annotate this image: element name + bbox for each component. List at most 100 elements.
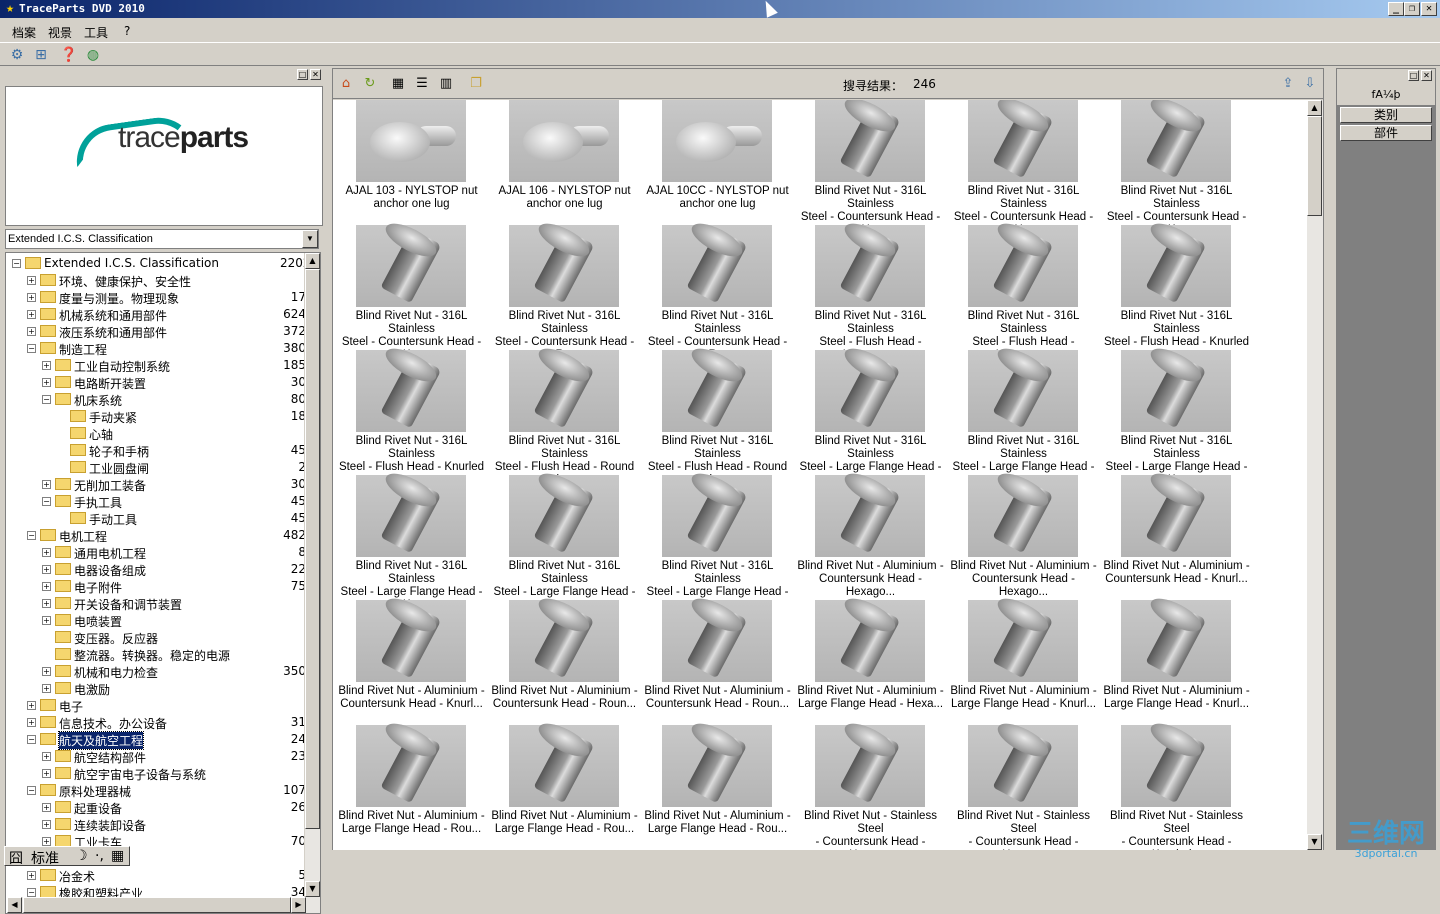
part-thumbnail[interactable] [356,100,466,182]
part-thumbnail[interactable] [968,100,1078,182]
result-item[interactable]: Blind Rivet Nut - 316L Stainless Steel - … [794,217,947,361]
tree-node[interactable]: − 航天及航空工程 24 [6,731,306,750]
tree-node[interactable]: 轮子和手柄 45 [6,442,306,459]
result-item[interactable]: Blind Rivet Nut - 316L Stainless Steel - … [641,467,794,611]
part-thumbnail[interactable] [968,217,1078,307]
results-vscrollbar[interactable]: ▲ ▼ [1307,100,1323,850]
result-item[interactable]: Blind Rivet Nut - 316L Stainless Steel - … [1100,342,1253,486]
tree-node[interactable]: − 电机工程 482 [6,527,306,544]
tree-node-label[interactable]: 手执工具 [74,494,122,511]
tree-node-label[interactable]: 机械系统和通用部件 [59,307,167,324]
tree-node[interactable]: − 原料处理器械 107 [6,782,306,799]
category-button[interactable]: 类别 [1340,107,1432,123]
minimize-button[interactable]: _ [1388,2,1404,16]
result-item[interactable]: Blind Rivet Nut - Aluminium - Large Flang… [335,717,488,850]
expand-icon[interactable]: + [27,276,36,285]
expand-icon[interactable]: + [27,871,36,880]
tree-node[interactable]: + 连续装卸设备 [6,816,306,833]
tree-node[interactable]: + 液压系统和通用部件 372 [6,323,306,340]
part-thumbnail[interactable] [356,217,466,307]
gear-icon[interactable]: ⚙ [8,46,26,64]
tree-node-label[interactable]: 电激励 [74,681,110,698]
result-item[interactable]: Blind Rivet Nut - Aluminium - Countersunk… [794,467,947,600]
result-caption[interactable]: Blind Rivet Nut - Aluminium - Large Flang… [794,685,947,711]
result-item[interactable]: Blind Rivet Nut - 316L Stainless Steel - … [335,342,488,486]
pane-restore-icon[interactable]: □ [297,69,308,80]
result-item[interactable]: Blind Rivet Nut - Aluminium - Large Flang… [947,592,1100,725]
result-item[interactable]: Blind Rivet Nut - 316L Stainless Steel - … [335,217,488,361]
part-thumbnail[interactable] [356,467,466,557]
part-thumbnail[interactable] [662,592,772,682]
tree-node-label[interactable]: 原料处理器械 [59,783,131,800]
tree-node[interactable]: + 航空结构部件 23 [6,748,306,765]
part-thumbnail[interactable] [1121,342,1231,432]
result-caption[interactable]: Blind Rivet Nut - Aluminium - Large Flang… [641,810,794,836]
expand-icon[interactable]: + [42,378,51,387]
moon-icon[interactable]: ☽ [75,848,88,864]
tree-node[interactable]: + 电喷装置 [6,612,306,629]
menu-view[interactable]: 视景 [48,24,72,41]
folder-icon[interactable]: ❐ [467,75,485,93]
result-item[interactable]: Blind Rivet Nut - Aluminium - Large Flang… [641,717,794,850]
tree-node[interactable]: 变压器。反应器 [6,629,306,646]
tree-node-label[interactable]: 电机工程 [59,528,107,545]
tree-node-label[interactable]: 电喷装置 [74,613,122,630]
expand-icon[interactable]: + [27,293,36,302]
result-item[interactable]: Blind Rivet Nut - Aluminium - Large Flang… [794,592,947,725]
part-thumbnail[interactable] [815,100,925,182]
result-item[interactable]: Blind Rivet Nut - 316L Stainless Steel - … [641,217,794,361]
expand-icon[interactable]: + [42,582,51,591]
result-caption[interactable]: Blind Rivet Nut - Aluminium - Countersunk… [641,685,794,711]
tree-node[interactable]: + 工业自动控制系统 185 [6,357,306,374]
tree-node[interactable]: 工业圆盘闸 2 [6,459,306,476]
part-thumbnail[interactable] [968,592,1078,682]
tree-node[interactable]: + 电激励 [6,680,306,697]
result-item[interactable]: Blind Rivet Nut - 316L Stainless Steel - … [794,100,947,236]
expand-icon[interactable]: + [42,480,51,489]
result-caption[interactable]: Blind Rivet Nut - Aluminium - Large Flang… [488,810,641,836]
tree-node[interactable]: + 航空宇宙电子设备与系统 [6,765,306,782]
part-thumbnail[interactable] [356,717,466,807]
result-item[interactable]: Blind Rivet Nut - Stainless Steel - Count… [1100,717,1253,850]
collapse-icon[interactable]: − [27,531,36,540]
result-caption[interactable]: Blind Rivet Nut - Aluminium - Large Flang… [335,810,488,836]
part-thumbnail[interactable] [1121,100,1231,182]
collapse-icon[interactable]: − [12,259,21,268]
part-thumbnail[interactable] [662,342,772,432]
tree-node[interactable]: + 电路断开装置 30 [6,374,306,391]
result-caption[interactable]: AJAL 10CC - NYLSTOP nut anchor one lug [641,185,794,211]
part-thumbnail[interactable] [356,342,466,432]
tree-node-label[interactable]: 通用电机工程 [74,545,146,562]
menu-tools[interactable]: 工具 [84,24,108,41]
tree-node[interactable]: + 电器设备组成 22 [6,561,306,578]
tree-icon[interactable]: ⊞ [32,46,50,64]
result-item[interactable]: AJAL 103 - NYLSTOP nut anchor one lug [335,100,488,225]
expand-icon[interactable]: + [42,837,51,846]
expand-icon[interactable]: + [42,667,51,676]
grid-view-icon[interactable]: ▦ [389,75,407,93]
download-icon[interactable]: ⇩ [1301,75,1319,93]
part-thumbnail[interactable] [815,717,925,807]
tree-node-label[interactable]: 工业自动控制系统 [74,358,170,375]
part-thumbnail[interactable] [815,467,925,557]
ime-bar[interactable]: 囧 标准 ☽ ·, ▦ [4,846,130,867]
tree-vscrollbar[interactable]: ▲ ▼ [304,253,320,913]
result-item[interactable]: Blind Rivet Nut - 316L Stainless Steel - … [641,342,794,486]
result-caption[interactable]: Blind Rivet Nut - Stainless Steel - Count… [947,810,1100,850]
part-thumbnail[interactable] [509,717,619,807]
tree-node-label[interactable]: 手动工具 [89,511,137,528]
tree-node[interactable]: + 起重设备 26 [6,799,306,816]
tree-node-label[interactable]: 轮子和手柄 [89,443,149,460]
tree-node-label[interactable]: 环境、健康保护、安全性 [59,273,191,290]
result-item[interactable]: Blind Rivet Nut - 316L Stainless Steel - … [1100,217,1253,361]
result-item[interactable]: Blind Rivet Nut - 316L Stainless Steel - … [488,217,641,361]
expand-icon[interactable]: + [27,310,36,319]
tree-node-label[interactable]: 冶金术 [59,868,95,885]
tree-node[interactable]: + 机械系统和通用部件 624 [6,306,306,323]
tree-node-label[interactable]: 机床系统 [74,392,122,409]
result-item[interactable]: Blind Rivet Nut - Aluminium - Countersunk… [335,592,488,725]
expand-icon[interactable]: + [42,616,51,625]
refresh-icon[interactable]: ↻ [361,75,379,93]
expand-icon[interactable]: + [42,803,51,812]
part-thumbnail[interactable] [968,717,1078,807]
